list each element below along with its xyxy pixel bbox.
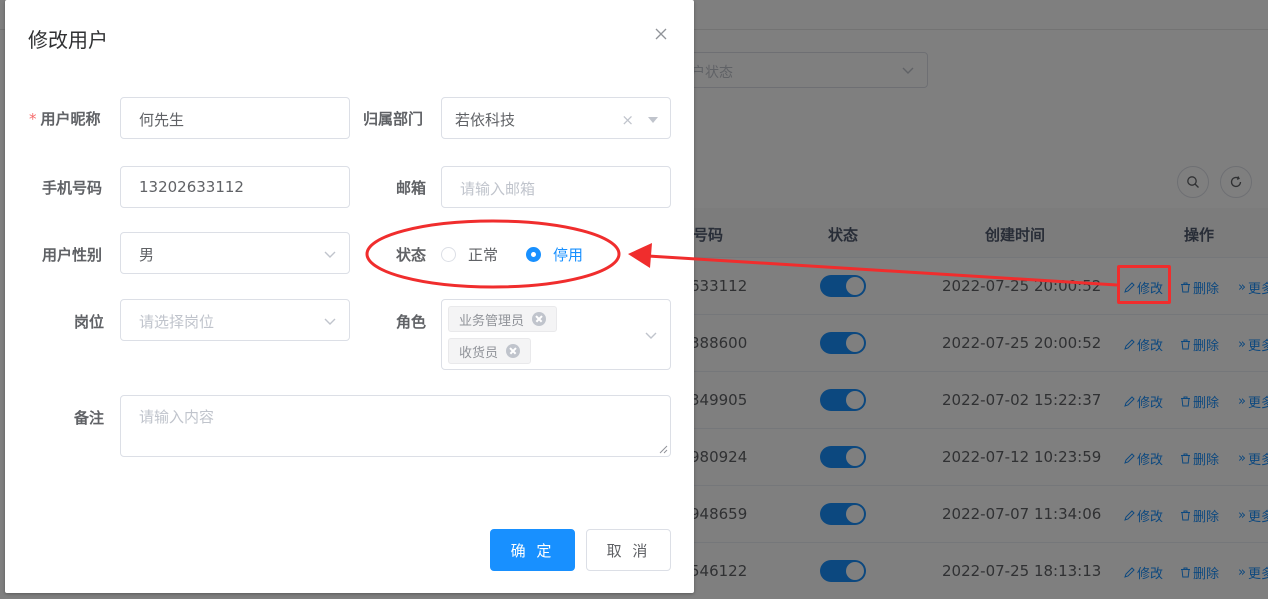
- phone-input[interactable]: 13202633112: [120, 166, 350, 208]
- dialog-title: 修改用户: [28, 28, 108, 52]
- dept-value: 若依科技: [455, 111, 516, 129]
- radio-checked-icon: [526, 247, 542, 262]
- role-label: 角色: [396, 313, 427, 331]
- role-tag: 业务管理员: [448, 306, 558, 332]
- clear-icon[interactable]: ×: [621, 111, 634, 129]
- cancel-button[interactable]: 取 消: [586, 529, 671, 571]
- status-radio-disabled[interactable]: 停用: [526, 244, 583, 265]
- remark-label: 备注: [74, 409, 105, 427]
- nickname-label-text: 用户昵称: [40, 110, 101, 128]
- status-radio-normal[interactable]: 正常: [441, 244, 498, 265]
- nickname-value: 何先生: [139, 111, 185, 129]
- close-icon[interactable]: [653, 26, 669, 42]
- remark-placeholder: 请输入内容: [139, 408, 215, 426]
- email-input[interactable]: 请输入邮箱: [441, 166, 671, 208]
- email-placeholder: 请输入邮箱: [460, 180, 536, 198]
- required-mark: *: [29, 110, 37, 128]
- confirm-button[interactable]: 确 定: [490, 529, 575, 571]
- edit-user-dialog: 修改用户 * 用户昵称 何先生 归属部门 若依科技 × 手机号码 13202633…: [5, 0, 694, 593]
- phone-label: 手机号码: [42, 179, 103, 197]
- status-label: 状态: [396, 246, 427, 264]
- role-tag: 收货员: [448, 338, 532, 364]
- tag-close-icon[interactable]: [506, 344, 521, 358]
- radio-unchecked-icon: [441, 247, 456, 262]
- tag-close-icon[interactable]: [532, 312, 547, 326]
- gender-value: 男: [139, 246, 155, 264]
- post-label: 岗位: [74, 313, 105, 331]
- post-placeholder: 请选择岗位: [139, 313, 215, 331]
- gender-select[interactable]: 男: [120, 232, 350, 274]
- nickname-label: * 用户昵称: [29, 108, 101, 129]
- resize-handle-icon[interactable]: [658, 444, 668, 454]
- post-select[interactable]: 请选择岗位: [120, 299, 350, 341]
- chevron-down-icon: [324, 318, 336, 325]
- caret-down-icon: [648, 117, 658, 123]
- nickname-input[interactable]: 何先生: [120, 97, 350, 139]
- phone-value: 13202633112: [139, 178, 244, 196]
- role-multiselect[interactable]: 业务管理员 收货员: [441, 299, 671, 370]
- dept-label: 归属部门: [363, 110, 424, 128]
- annotation-highlight-box: [1117, 265, 1171, 304]
- email-label: 邮箱: [396, 179, 427, 197]
- role-tag-label: 收货员: [459, 345, 499, 361]
- status-option-normal: 正常: [468, 246, 499, 264]
- gender-label: 用户性别: [42, 246, 103, 264]
- chevron-down-icon: [324, 251, 336, 258]
- chevron-down-icon: [645, 332, 657, 339]
- remark-textarea[interactable]: 请输入内容: [120, 395, 671, 457]
- role-tag-label: 业务管理员: [459, 313, 525, 329]
- status-radio-group: 正常 停用: [441, 244, 611, 265]
- status-option-disabled: 停用: [553, 246, 584, 264]
- dept-select[interactable]: 若依科技 ×: [441, 97, 671, 139]
